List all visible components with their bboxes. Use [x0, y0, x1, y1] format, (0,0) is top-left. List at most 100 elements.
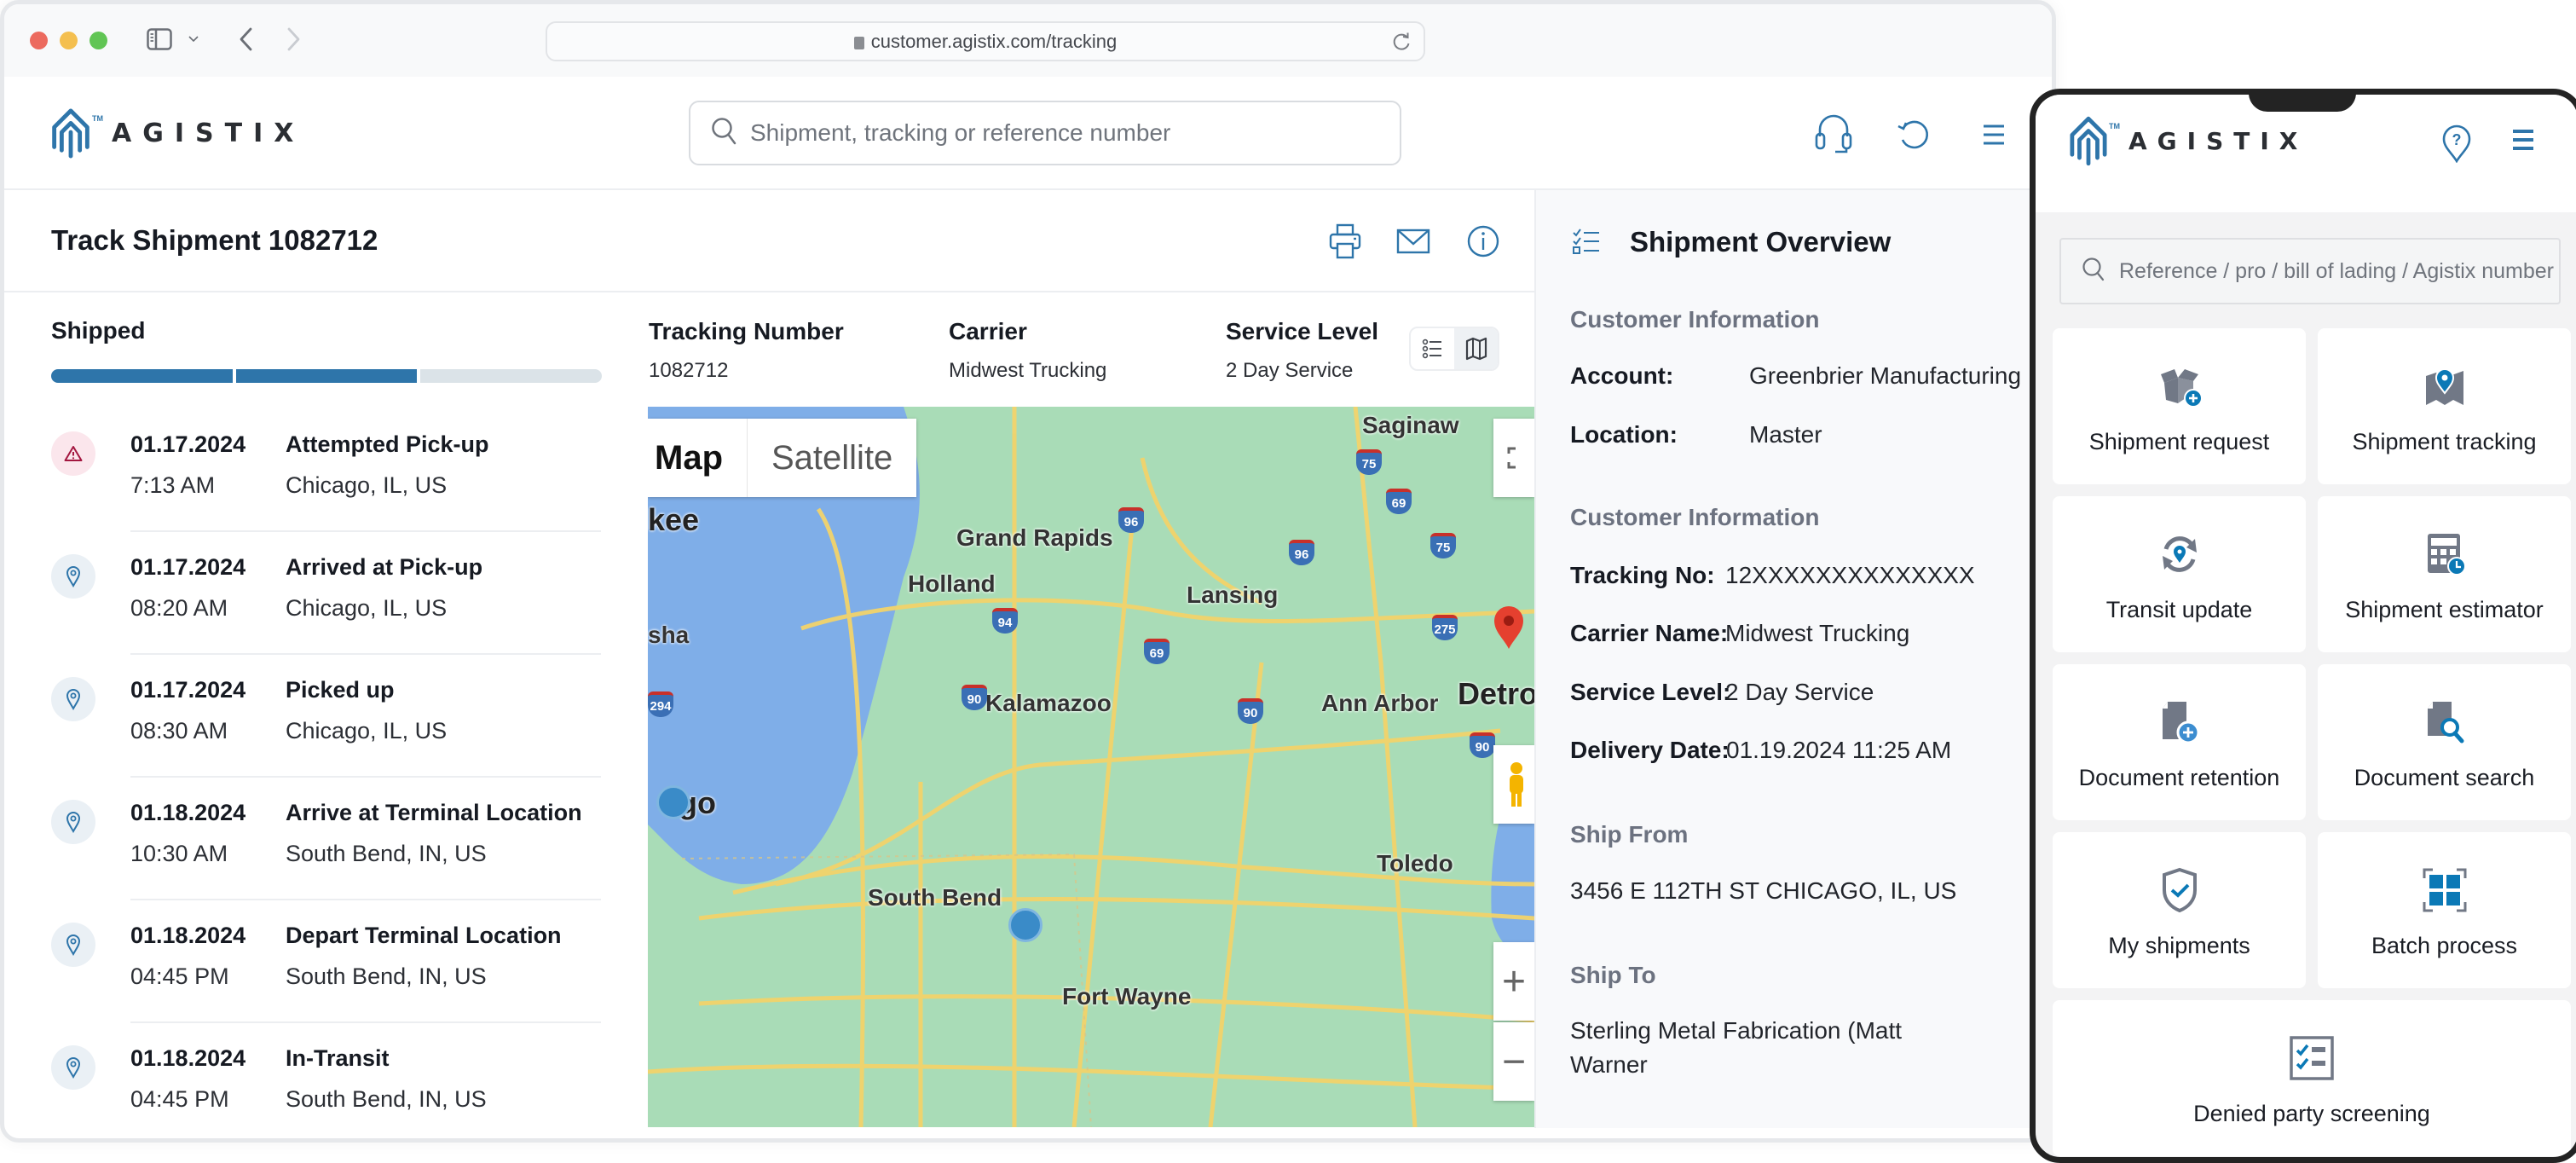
mobile-menu-icon[interactable] — [2511, 127, 2535, 157]
map-type-control: Map Satellite — [648, 419, 917, 497]
history-icon[interactable] — [1890, 111, 1938, 159]
event-item[interactable]: 01.18.2024 10:30 AM Arrive at Terminal Loc… — [4, 778, 609, 900]
event-title: Depart Terminal Location — [286, 923, 562, 948]
event-time: 10:30 AM — [130, 841, 228, 866]
global-search[interactable] — [689, 101, 1401, 165]
agistix-logo[interactable]: TM AGISTIX — [51, 107, 304, 159]
global-search-input[interactable] — [750, 119, 1381, 147]
quick-action-tile[interactable]: Shipment request — [2053, 328, 2306, 484]
ship-to-address: Sterling Metal Fabrication (Matt Warner — [1570, 1017, 1903, 1078]
page-title: Track Shipment 1082712 — [51, 224, 378, 256]
event-title: Attempted Pick-up — [286, 431, 489, 457]
reload-icon[interactable] — [1391, 31, 1412, 58]
map-label-kalamazoo: Kalamazoo — [985, 690, 1112, 716]
map-type-satellite[interactable]: Satellite — [747, 419, 916, 497]
highway-shield: 275 — [1432, 615, 1458, 640]
quick-action-tile[interactable]: Document search — [2318, 664, 2571, 820]
map-label-detroit: Detro — [1458, 676, 1534, 711]
document-search-icon — [2421, 698, 2469, 746]
quick-action-tile[interactable]: Document retention — [2053, 664, 2306, 820]
service-level-row: Service Level: 2 Day Service — [1570, 679, 1874, 706]
service-level-label: Service Level — [1226, 318, 1379, 344]
mail-icon[interactable] — [1392, 220, 1435, 263]
batch-grid-icon — [2421, 866, 2469, 914]
maximize-window-button[interactable] — [90, 32, 107, 49]
app-header: TM AGISTIX — [4, 77, 2052, 190]
event-title: Arrive at Terminal Location — [286, 800, 582, 825]
carrier-name-value: Midwest Trucking — [1725, 620, 1910, 646]
zoom-out-button[interactable]: − — [1493, 1022, 1534, 1101]
event-location: Chicago, IL, US — [286, 718, 448, 744]
event-item[interactable]: 01.18.2024 04:45 PM In-Transit South Bend, … — [4, 1023, 609, 1138]
progress-segment — [51, 369, 233, 383]
highway-shield: 96 — [1118, 507, 1144, 533]
print-icon[interactable] — [1324, 220, 1366, 263]
highway-shield: 94 — [992, 608, 1018, 634]
mobile-search[interactable] — [2059, 238, 2561, 304]
mobile-search-input[interactable] — [2119, 258, 2559, 284]
warning-icon — [51, 431, 95, 476]
map-label-south-bend: South Bend — [868, 884, 1002, 911]
ship-from-address: 3456 E 112TH ST CHICAGO, IL, US — [1570, 877, 1957, 904]
account-label: Account: — [1570, 362, 1674, 389]
address-bar[interactable]: customer.agistix.com/tracking — [546, 21, 1425, 61]
quick-action-tile[interactable]: Shipment estimator — [2318, 496, 2571, 652]
zoom-in-button[interactable]: + — [1493, 942, 1534, 1021]
carrier-value: Midwest Trucking — [949, 359, 1107, 382]
map-label-milwaukee: kee — [648, 502, 700, 537]
logo-mark-icon — [2070, 116, 2107, 166]
highway-shield: 75 — [1356, 449, 1382, 475]
progress-segment — [420, 369, 603, 383]
quick-action-tile[interactable]: Shipment tracking — [2318, 328, 2571, 484]
menu-icon[interactable] — [1970, 111, 2018, 159]
list-view-icon[interactable] — [1411, 328, 1454, 369]
account-row: Account: Greenbrier Manufacturing — [1570, 362, 2021, 390]
tracking-number-field: Tracking Number 1082712 — [649, 318, 844, 383]
quick-action-label: Batch process — [2371, 933, 2518, 958]
map-view-icon[interactable] — [1454, 328, 1498, 369]
current-location-marker[interactable] — [1008, 908, 1043, 942]
info-icon[interactable] — [1462, 220, 1505, 263]
map-label-ann-arbor: Ann Arbor — [1321, 690, 1439, 716]
carrier-name-label: Carrier Name: — [1570, 620, 1729, 646]
logo-mark-icon — [52, 108, 90, 159]
forward-icon[interactable] — [281, 25, 307, 54]
destination-marker-icon[interactable] — [1492, 605, 1526, 651]
location-value: Master — [1749, 421, 1822, 448]
delivery-date-label: Delivery Date: — [1570, 737, 1730, 763]
event-time: 08:30 AM — [130, 718, 228, 744]
minimize-window-button[interactable] — [60, 32, 78, 49]
mobile-agistix-logo[interactable]: TM AGISTIX — [2070, 115, 2307, 166]
map-type-map[interactable]: Map — [648, 419, 747, 497]
event-date: 01.18.2024 — [130, 800, 246, 825]
close-window-button[interactable] — [30, 32, 48, 49]
event-time: 04:45 PM — [130, 963, 229, 989]
back-icon[interactable] — [233, 25, 258, 54]
event-item[interactable]: 01.18.2024 04:45 PM Depart Terminal Locati… — [4, 900, 609, 1023]
mobile-header: TM AGISTIX ? — [2036, 95, 2576, 212]
overview-header: Shipment Overview — [1572, 226, 1891, 258]
help-location-icon[interactable]: ? — [2441, 124, 2472, 167]
tracking-map[interactable]: Map Satellite Saginaw kee Grand Rapids H… — [648, 407, 1534, 1127]
chevron-down-icon[interactable] — [185, 25, 202, 54]
quick-action-tile[interactable]: Batch process — [2318, 832, 2571, 988]
pegman-icon[interactable] — [1493, 745, 1534, 824]
browser-window: customer.agistix.com/tracking TM AGISTIX — [0, 0, 2056, 1143]
browser-toolbar: customer.agistix.com/tracking — [4, 4, 2052, 77]
quick-action-tile[interactable]: Transit update — [2053, 496, 2306, 652]
event-item[interactable]: 01.17.2024 08:20 AM Arrived at Pick-up Chic… — [4, 532, 609, 655]
headset-icon[interactable] — [1810, 111, 1857, 159]
quick-action-tile[interactable]: Denied party screening — [2053, 1000, 2571, 1156]
event-item[interactable]: 01.17.2024 7:13 AM Attempted Pick-up Chicag… — [4, 409, 609, 532]
highway-shield: 90 — [1470, 732, 1495, 758]
mobile-device: TM AGISTIX ? Shipment request Shipment tr… — [2030, 89, 2576, 1163]
quick-action-tile[interactable]: My shipments — [2053, 832, 2306, 988]
fullscreen-icon[interactable] — [1493, 419, 1534, 497]
origin-marker[interactable] — [656, 785, 690, 819]
event-date: 01.18.2024 — [130, 923, 246, 948]
progress-segment — [235, 369, 418, 383]
account-value: Greenbrier Manufacturing — [1749, 362, 2022, 389]
shield-check-icon — [2156, 866, 2203, 914]
sidebar-toggle-icon[interactable] — [145, 25, 174, 54]
event-item[interactable]: 01.17.2024 08:30 AM Picked up Chicago, IL, … — [4, 655, 609, 778]
